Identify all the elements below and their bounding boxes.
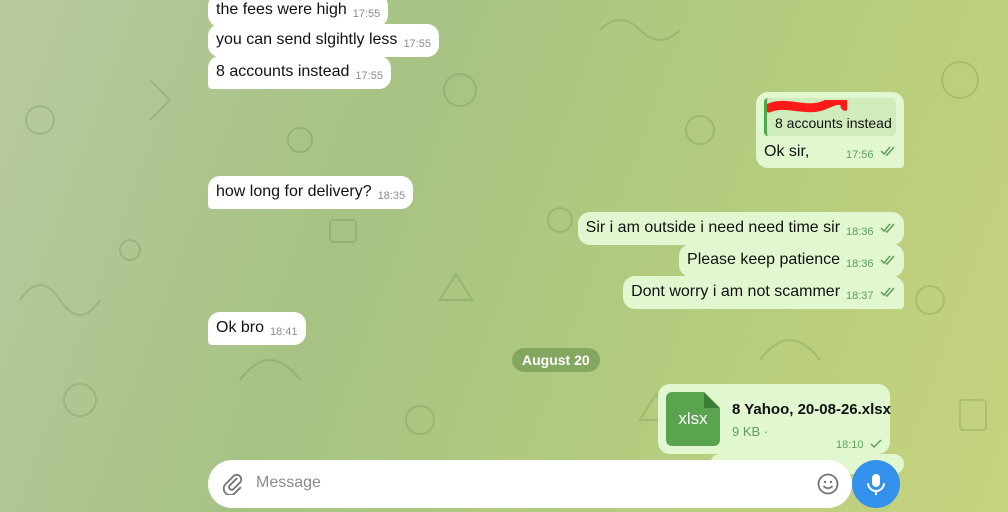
double-check-icon xyxy=(880,146,895,156)
chat-area: the fees were high 17:55 you can send slg… xyxy=(0,0,1008,512)
message-text: Please keep patience xyxy=(687,251,841,268)
incoming-message[interactable]: Ok bro 18:41 xyxy=(208,312,306,345)
double-check-icon xyxy=(880,223,895,233)
microphone-button[interactable] xyxy=(852,460,900,508)
incoming-message[interactable]: 8 accounts instead 17:55 xyxy=(208,56,391,89)
outgoing-message[interactable]: Please keep patience 18:36 xyxy=(679,244,904,277)
message-time: 18:10 xyxy=(836,439,864,451)
file-fold-corner xyxy=(704,392,720,408)
outgoing-message[interactable]: Dont worry i am not scammer 18:37 xyxy=(623,276,904,309)
file-size: 9 KB xyxy=(732,424,761,439)
file-name[interactable]: 8 Yahoo, 20-08-26.xlsx xyxy=(732,400,891,420)
emoji-icon[interactable] xyxy=(816,472,840,496)
message-composer[interactable]: Message xyxy=(208,460,852,508)
reply-quote-text: 8 accounts instead xyxy=(775,115,892,131)
message-text: the fees were high xyxy=(216,1,347,18)
message-text: Sir i am outside i need need time sir xyxy=(585,219,841,236)
outgoing-file-message[interactable]: xlsx 8 Yahoo, 20-08-26.xlsx 9 KB · 18:10 xyxy=(658,384,891,454)
paperclip-icon[interactable] xyxy=(222,473,244,495)
incoming-message[interactable]: how long for delivery? 18:35 xyxy=(208,176,414,209)
message-text: Dont worry i am not scammer xyxy=(631,283,841,300)
message-time: 17:55 xyxy=(355,70,383,82)
message-text: you can send slgihtly less xyxy=(216,31,398,48)
check-icon xyxy=(870,439,882,448)
reply-quote[interactable]: 8 accounts instead xyxy=(764,98,896,136)
outgoing-reply-message[interactable]: 8 accounts instead Ok sir, 17:56 xyxy=(756,92,904,168)
message-time: 18:36 xyxy=(846,258,874,270)
double-check-icon xyxy=(880,287,895,297)
date-separator: August 20 xyxy=(512,348,600,372)
message-time: 18:41 xyxy=(270,326,298,338)
message-time: 17:55 xyxy=(403,38,431,50)
message-time: 18:37 xyxy=(846,290,874,302)
incoming-message[interactable]: the fees were high 17:55 xyxy=(208,0,389,27)
message-text: how long for delivery? xyxy=(216,183,372,200)
message-time: 18:36 xyxy=(846,226,874,238)
message-text: Ok sir, xyxy=(764,143,810,160)
message-time: 17:56 xyxy=(846,149,874,161)
message-time: 18:35 xyxy=(377,190,406,202)
message-text: Ok bro xyxy=(216,319,265,336)
message-time: 17:55 xyxy=(352,8,381,20)
file-icon-label: xlsx xyxy=(678,409,708,428)
message-text: 8 accounts instead xyxy=(216,63,350,80)
double-check-icon xyxy=(880,255,895,265)
redaction-scribble xyxy=(767,100,847,113)
microphone-icon xyxy=(867,474,885,495)
incoming-message[interactable]: you can send slgihtly less 17:55 xyxy=(208,24,439,57)
message-input[interactable]: Message xyxy=(256,474,321,492)
xlsx-file-icon[interactable]: xlsx xyxy=(666,392,720,446)
outgoing-message[interactable]: Sir i am outside i need need time sir 18:… xyxy=(577,212,904,245)
